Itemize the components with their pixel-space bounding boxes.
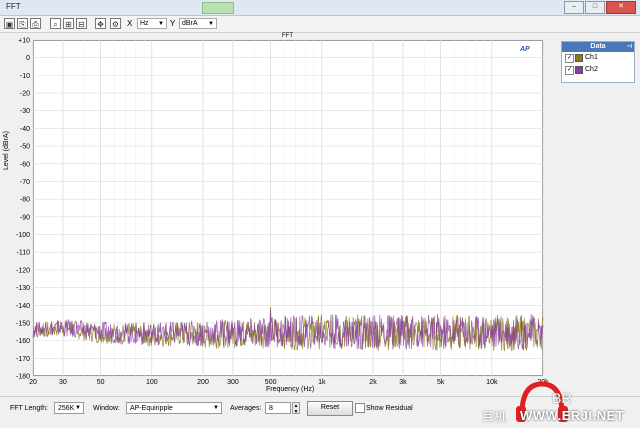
fft-chart: +10 0 -10 -20 -30 -40 -50 -60 -70 -80 -90 -100 -110 -…: [16, 38, 549, 387]
averages-stepper[interactable]: ▲ ▼: [292, 402, 300, 415]
window-select[interactable]: AP-Equiripple ▼: [126, 402, 222, 414]
x-tick-label: 30: [59, 379, 67, 386]
watermark-mark: BR: [552, 390, 572, 406]
averages-value: 8: [269, 405, 273, 412]
x-tick-label: 20: [29, 379, 37, 386]
y-tick-label: 0: [26, 55, 30, 62]
x-tick-label: 500: [265, 379, 277, 386]
y-tick-label: -30: [20, 108, 30, 115]
watermark: BR 耳机 WWW.ERJI.NET: [482, 378, 640, 427]
y-tick-label: -40: [20, 126, 30, 133]
y-axis-title: Level (dBrA): [3, 131, 10, 170]
swatch-ch2: [575, 66, 583, 74]
averages-input[interactable]: 8: [265, 402, 291, 414]
reset-button[interactable]: Reset: [307, 401, 353, 416]
fft-length-value: 256K: [58, 405, 75, 412]
x-tick-label: 1k: [318, 379, 326, 386]
chevron-down-icon: ▼: [75, 405, 81, 411]
y-tick-label: -70: [20, 179, 30, 186]
averages-label: Averages:: [230, 405, 262, 412]
legend-label-ch2: Ch2: [585, 66, 598, 73]
window-label: Window:: [93, 405, 120, 412]
ap-logo: AP: [520, 46, 530, 53]
y-tick-label: -170: [16, 356, 30, 363]
x-tick-label: 50: [97, 379, 105, 386]
y-tick-label: -140: [16, 303, 30, 310]
legend-header-label: Data: [590, 43, 606, 50]
show-residual-label: Show Residual: [366, 405, 413, 412]
data-legend-panel: Data ⊣ ✓ Ch1 ✓ Ch2: [561, 41, 635, 83]
legend-item-ch2[interactable]: ✓ Ch2: [562, 64, 634, 76]
x-axis-title: Frequency (Hz): [266, 386, 315, 393]
watermark-url: WWW.ERJI.NET: [520, 408, 625, 423]
pin-icon[interactable]: ⊣: [627, 42, 632, 52]
legend-header: Data ⊣: [562, 42, 634, 52]
show-residual-checkbox[interactable]: [355, 403, 365, 413]
swatch-ch1: [575, 54, 583, 62]
x-tick-label: 2k: [369, 379, 377, 386]
watermark-cn: 耳机: [482, 410, 507, 424]
y-tick-label: -110: [17, 250, 31, 257]
y-tick-label: -50: [20, 144, 30, 151]
x-tick-label: 100: [146, 379, 158, 386]
y-tick-label: -80: [20, 197, 30, 204]
legend-label-ch1: Ch1: [585, 54, 598, 61]
y-tick-label: -20: [20, 91, 30, 98]
x-tick-label: 3k: [399, 379, 407, 386]
y-tick-label: -130: [16, 285, 30, 292]
y-tick-label: -100: [16, 232, 30, 239]
chevron-down-icon: ▼: [213, 405, 219, 411]
x-tick-label: 200: [197, 379, 209, 386]
y-tick-label: -120: [16, 267, 30, 274]
checkbox-ch2[interactable]: ✓: [565, 66, 574, 75]
y-tick-label: -90: [20, 214, 30, 221]
series-line-ch2: [32, 310, 544, 350]
y-tick-label: -180: [16, 374, 30, 381]
window-value: AP-Equiripple: [130, 405, 173, 412]
legend-item-ch1[interactable]: ✓ Ch1: [562, 52, 634, 64]
y-tick-label: -10: [20, 73, 30, 80]
y-tick-label: -150: [16, 320, 30, 327]
y-tick-label: +10: [18, 38, 30, 45]
y-tick-label: -60: [20, 161, 30, 168]
fft-length-select[interactable]: 256K ▼: [54, 402, 84, 414]
y-tick-label: -160: [16, 338, 30, 345]
fft-length-label: FFT Length:: [10, 405, 49, 412]
x-tick-label: 5k: [437, 379, 445, 386]
x-tick-label: 300: [227, 379, 239, 386]
checkbox-ch1[interactable]: ✓: [565, 54, 574, 63]
